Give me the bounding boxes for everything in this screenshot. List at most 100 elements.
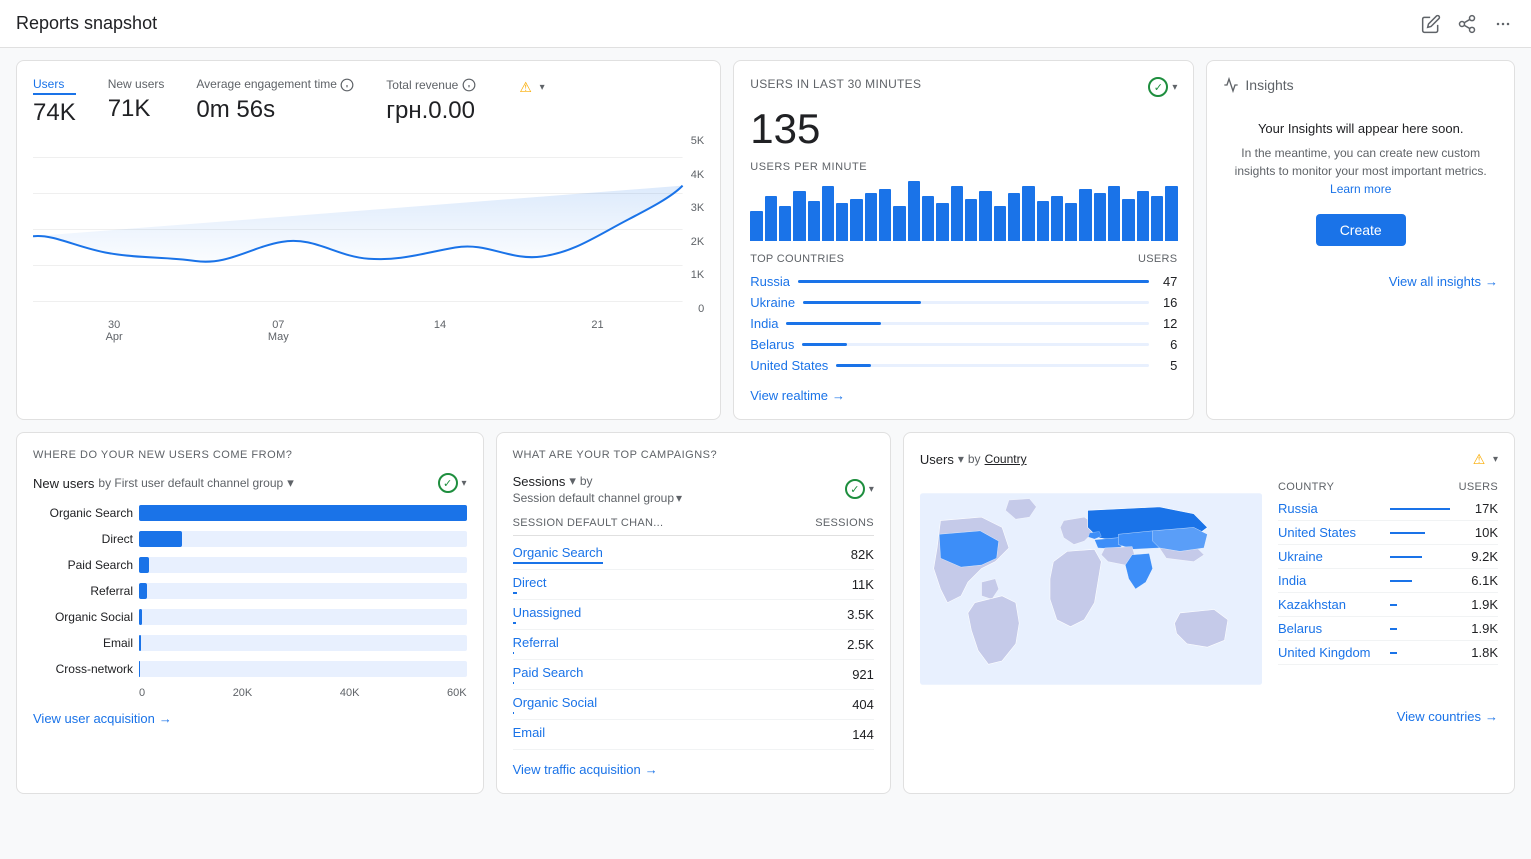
map-row-kazakhstan: Kazakhstan 1.9K xyxy=(1278,593,1498,617)
mini-bar xyxy=(893,206,905,241)
view-countries-link[interactable]: View countries → xyxy=(920,709,1498,724)
campaign-row-organic: Organic Search 82K xyxy=(513,540,874,570)
users-metric: Users 74K xyxy=(33,77,76,127)
avg-engagement-metric: Average engagement time 0m 56s xyxy=(196,77,354,127)
mini-bar xyxy=(879,189,891,241)
campaigns-table-header: SESSION DEFAULT CHAN... SESSIONS xyxy=(513,517,874,536)
mini-bar xyxy=(1108,186,1120,241)
users-chart: 5K 4K 3K 2K 1K 0 xyxy=(33,135,704,315)
mini-bar xyxy=(850,199,862,241)
mini-bar xyxy=(979,191,991,241)
warning-icon-map: ⚠ xyxy=(1469,449,1489,469)
country-list-header: TOP COUNTRIES USERS xyxy=(750,253,1177,265)
campaign-row-paid-search: Paid Search 921 xyxy=(513,660,874,690)
x-axis: 30Apr 07May 14 21 xyxy=(33,319,704,343)
total-revenue-value: грн.0.00 xyxy=(386,97,544,125)
mini-bar xyxy=(808,201,820,241)
check-icon-camp: ✓ xyxy=(845,479,865,499)
mini-bar xyxy=(1065,203,1077,241)
edit-icon[interactable] xyxy=(1419,12,1443,36)
page-header: Reports snapshot xyxy=(0,0,1531,48)
map-row-ukraine: Ukraine 9.2K xyxy=(1278,545,1498,569)
insights-body: Your Insights will appear here soon. In … xyxy=(1223,105,1498,262)
map-table-header: COUNTRY USERS xyxy=(1278,481,1498,493)
hbar-organic-search: Organic Search xyxy=(33,505,467,521)
country-list: TOP COUNTRIES USERS Russia 47 Ukraine 16… xyxy=(750,253,1177,376)
realtime-card: USERS IN LAST 30 MINUTES ✓ ▾ 135 USERS P… xyxy=(733,60,1194,420)
learn-more-link[interactable]: Learn more xyxy=(1330,182,1391,196)
view-realtime-link[interactable]: View realtime → xyxy=(750,388,1177,403)
world-map-container xyxy=(920,489,1262,689)
hbar-email: Email xyxy=(33,635,467,651)
country-row-ukraine: Ukraine 16 xyxy=(750,292,1177,313)
campaign-row-direct: Direct 11K xyxy=(513,570,874,600)
users-label[interactable]: Users xyxy=(33,77,76,95)
share-icon[interactable] xyxy=(1455,12,1479,36)
acquisition-bar-chart: Organic Search Direct Paid Search Referr… xyxy=(33,505,467,699)
total-revenue-label: Total revenue xyxy=(386,78,475,93)
new-users-value: 71K xyxy=(108,95,165,123)
hbar-paid-search: Paid Search xyxy=(33,557,467,573)
mini-bar xyxy=(994,206,1006,241)
realtime-count: 135 xyxy=(750,105,1177,153)
hbar-referral: Referral xyxy=(33,583,467,599)
map-country-table: COUNTRY USERS Russia 17K United States 1… xyxy=(1278,481,1498,697)
page-title: Reports snapshot xyxy=(16,13,157,34)
insights-icon xyxy=(1223,77,1239,93)
map-row-uk: United Kingdom 1.8K xyxy=(1278,641,1498,665)
warning-icon: ⚠ xyxy=(516,77,536,97)
insights-card: Insights Your Insights will appear here … xyxy=(1206,60,1515,420)
country-row-belarus: Belarus 6 xyxy=(750,334,1177,355)
avg-engagement-value: 0m 56s xyxy=(196,96,354,124)
mini-bar xyxy=(822,186,834,241)
per-minute-chart xyxy=(750,181,1177,241)
insights-header: Insights xyxy=(1223,77,1498,93)
top-row: Users 74K New users 71K Average engageme… xyxy=(16,60,1515,420)
hbar-cross-network: Cross-network xyxy=(33,661,467,677)
country-row-us: United States 5 xyxy=(750,355,1177,376)
mini-bar xyxy=(965,199,977,241)
realtime-header: USERS IN LAST 30 MINUTES ✓ ▾ xyxy=(750,77,1177,97)
mini-bar xyxy=(1022,186,1034,241)
campaign-row-email: Email 144 xyxy=(513,720,874,750)
map-content: COUNTRY USERS Russia 17K United States 1… xyxy=(920,481,1498,697)
mini-bar xyxy=(922,196,934,241)
mini-bar xyxy=(765,196,777,241)
metrics-row: Users 74K New users 71K Average engageme… xyxy=(33,77,704,127)
map-row-india: India 6.1K xyxy=(1278,569,1498,593)
more-icon[interactable] xyxy=(1491,12,1515,36)
mini-bar xyxy=(1094,193,1106,241)
check-icon: ✓ xyxy=(1148,77,1168,97)
new-users-label: New users xyxy=(108,77,165,91)
mini-bar xyxy=(936,203,948,241)
header-actions xyxy=(1419,12,1515,36)
view-campaigns-link[interactable]: View traffic acquisition → xyxy=(513,762,874,777)
acquisition-card: WHERE DO YOUR NEW USERS COME FROM? New u… xyxy=(16,432,484,794)
mini-bar xyxy=(865,193,877,241)
campaigns-filter: Sessions ▾ by Session default channel gr… xyxy=(513,473,874,505)
campaigns-section-title: WHAT ARE YOUR TOP CAMPAIGNS? xyxy=(513,449,874,461)
map-filter: Users ▾ by Country ⚠ ▾ xyxy=(920,449,1498,469)
mini-bar xyxy=(750,211,762,241)
create-button[interactable]: Create xyxy=(1316,214,1406,246)
mini-bar xyxy=(1079,189,1091,241)
campaigns-card: WHAT ARE YOUR TOP CAMPAIGNS? Sessions ▾ … xyxy=(496,432,891,794)
acquisition-filter: New users by First user default channel … xyxy=(33,473,467,493)
map-row-belarus: Belarus 1.9K xyxy=(1278,617,1498,641)
mini-bar xyxy=(1137,191,1149,241)
bottom-row: WHERE DO YOUR NEW USERS COME FROM? New u… xyxy=(16,432,1515,794)
insights-body-title: Your Insights will appear here soon. xyxy=(1231,121,1490,136)
realtime-badge: ✓ ▾ xyxy=(1148,77,1177,97)
insights-body-text: In the meantime, you can create new cust… xyxy=(1231,144,1490,198)
avg-engagement-label: Average engagement time xyxy=(196,77,354,92)
per-minute-label: USERS PER MINUTE xyxy=(750,161,1177,173)
view-all-insights-link[interactable]: View all insights → xyxy=(1223,274,1498,289)
hbar-direct: Direct xyxy=(33,531,467,547)
total-revenue-metric: Total revenue ⚠ ▾ грн.0.00 xyxy=(386,77,544,127)
mini-bar xyxy=(1151,196,1163,241)
mini-bar xyxy=(793,191,805,241)
mini-bar xyxy=(1008,193,1020,241)
view-acquisition-link[interactable]: View user acquisition → xyxy=(33,711,467,726)
campaign-row-referral: Referral 2.5K xyxy=(513,630,874,660)
map-card: Users ▾ by Country ⚠ ▾ xyxy=(903,432,1515,794)
